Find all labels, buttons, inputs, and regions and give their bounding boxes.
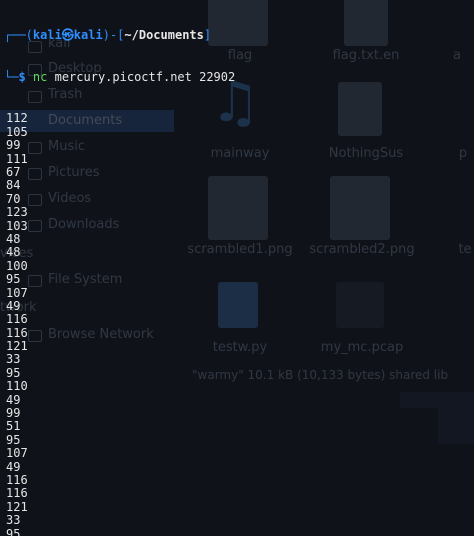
output-line: 121 [6,339,28,354]
output-line: 123 [6,205,28,220]
output-line: 116 [6,325,28,340]
prompt-user: kali㉿kali [32,27,103,42]
output-line: 33 [6,352,21,367]
prompt-dollar: $ [18,69,26,84]
output-line: 110 [6,379,28,394]
output-line: 49 [6,459,21,474]
output-line: 49 [6,298,21,313]
output-line: 99 [6,138,21,153]
terminal-output: 112 105 99 111 67 84 70 123 103 48 48 100 95 107 49 116… [0,112,474,536]
output-line: 70 [6,191,21,206]
screen: kali Desktop Trash Documents Music Pictu… [0,0,474,536]
output-line: 48 [6,231,21,246]
output-line: 100 [6,258,28,273]
prompt-box-bottom: └─ [4,69,19,84]
output-line: 107 [6,446,28,461]
output-line: 84 [6,178,21,193]
prompt-bracket: )-[ [102,27,125,42]
command-args: mercury.picoctf.net 22902 [54,69,236,84]
command-name: nc [32,69,48,84]
output-line: 116 [6,312,28,327]
output-line: 111 [6,151,28,166]
output-line: 107 [6,285,28,300]
output-line: 121 [6,499,28,514]
output-line: 103 [6,218,28,233]
output-line: 48 [6,245,21,260]
output-line: 99 [6,406,21,421]
prompt-line-command: └─$ nc mercury.picoctf.net 22902 [0,69,474,86]
output-line: 51 [6,419,21,434]
output-line: 112 [6,111,28,126]
prompt-line-top: ┌──(kali㉿kali)-[~/Documents] [0,27,474,44]
output-line: 95 [6,432,21,447]
output-line: 49 [6,392,21,407]
output-line: 116 [6,472,28,487]
prompt-box-top: ┌──( [4,27,33,42]
output-line: 105 [6,124,28,139]
output-line: 33 [6,513,21,528]
prompt-bracket-end: ] [203,27,212,42]
terminal[interactable]: ┌──(kali㉿kali)-[~/Documents] └─$ nc merc… [0,0,474,536]
output-line: 95 [6,272,21,287]
output-line: 116 [6,486,28,501]
output-line: 95 [6,526,21,536]
output-line: 95 [6,365,21,380]
prompt-cwd: ~/Documents [124,27,204,42]
output-line: 67 [6,165,21,179]
